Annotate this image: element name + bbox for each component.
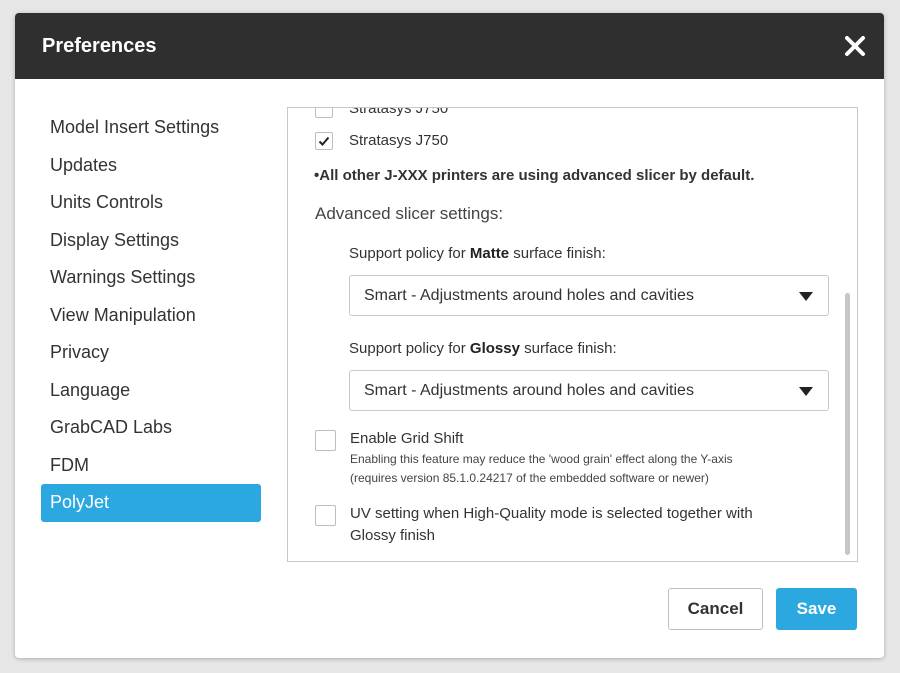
glossy-policy-select[interactable]: Smart - Adjustments around holes and cav… xyxy=(349,370,829,411)
matte-policy-label: Support policy for Matte surface finish: xyxy=(349,245,606,262)
dialog-header: Preferences xyxy=(15,13,884,79)
sidebar-item-view-manipulation[interactable]: View Manipulation xyxy=(41,297,261,335)
matte-policy-value: Smart - Adjustments around holes and cav… xyxy=(364,287,694,304)
sidebar-item-updates[interactable]: Updates xyxy=(41,147,261,185)
uv-setting-text: UV setting when High-Quality mode is sel… xyxy=(350,503,753,547)
close-button[interactable] xyxy=(842,33,868,59)
sidebar-nav: Model Insert Settings Updates Units Cont… xyxy=(41,109,261,522)
preferences-dialog: Preferences Model Insert Settings Update… xyxy=(15,13,884,658)
matte-policy-select[interactable]: Smart - Adjustments around holes and cav… xyxy=(349,275,829,316)
printer-label-j750: Stratasys J750 xyxy=(349,132,449,149)
uv-setting-checkbox[interactable] xyxy=(315,505,336,526)
sidebar-item-polyjet[interactable]: PolyJet xyxy=(41,484,261,522)
caret-down-icon xyxy=(799,292,813,301)
printer-row-clipped: Stratasys J750 xyxy=(315,107,449,118)
grid-shift-row: Enable Grid Shift Enabling this feature … xyxy=(315,428,733,488)
close-icon xyxy=(845,36,865,56)
save-button[interactable]: Save xyxy=(776,588,857,630)
slicer-default-note: •All other J-XXX printers are using adva… xyxy=(314,167,755,184)
matte-label-prefix: Support policy for xyxy=(349,245,470,262)
uv-setting-row: UV setting when High-Quality mode is sel… xyxy=(315,503,753,547)
grid-shift-text: Enable Grid Shift Enabling this feature … xyxy=(350,428,733,488)
glossy-policy-label: Support policy for Glossy surface finish… xyxy=(349,340,617,357)
printer-checkbox-j750[interactable] xyxy=(315,132,333,150)
polyjet-settings-panel[interactable]: Stratasys J750 Stratasys J750 •All other… xyxy=(287,107,858,562)
matte-label-bold: Matte xyxy=(469,245,510,262)
sidebar-item-fdm[interactable]: FDM xyxy=(41,447,261,485)
grid-shift-desc-1: Enabling this feature may reduce the 'wo… xyxy=(350,452,733,466)
grid-shift-checkbox[interactable] xyxy=(315,430,336,451)
uv-setting-label-2: Glossy finish xyxy=(350,527,436,544)
advanced-slicer-title: Advanced slicer settings: xyxy=(315,204,504,223)
caret-down-icon xyxy=(799,387,813,396)
glossy-policy-value: Smart - Adjustments around holes and cav… xyxy=(364,382,694,399)
dialog-title: Preferences xyxy=(42,35,157,57)
cancel-button[interactable]: Cancel xyxy=(668,588,763,630)
glossy-label-bold: Glossy xyxy=(469,340,520,357)
sidebar-item-privacy[interactable]: Privacy xyxy=(41,334,261,372)
sidebar-item-grabcad-labs[interactable]: GrabCAD Labs xyxy=(41,409,261,447)
grid-shift-desc-2: (requires version 85.1.0.24217 of the em… xyxy=(350,471,709,485)
sidebar-item-warnings-settings[interactable]: Warnings Settings xyxy=(41,259,261,297)
glossy-label-suffix: surface finish: xyxy=(519,340,617,357)
printer-label-clipped: Stratasys J750 xyxy=(349,107,449,117)
sidebar-item-language[interactable]: Language xyxy=(41,372,261,410)
panel-scrollbar[interactable] xyxy=(845,293,850,555)
grid-shift-label: Enable Grid Shift xyxy=(350,430,464,447)
sidebar-item-display-settings[interactable]: Display Settings xyxy=(41,222,261,260)
printer-row-j750: Stratasys J750 xyxy=(315,132,448,150)
uv-setting-label-1: UV setting when High-Quality mode is sel… xyxy=(350,505,753,522)
printer-checkbox-clipped[interactable] xyxy=(315,108,333,118)
sidebar-item-units-controls[interactable]: Units Controls xyxy=(41,184,261,222)
checkmark-icon xyxy=(318,136,330,146)
sidebar-item-model-insert-settings[interactable]: Model Insert Settings xyxy=(41,109,261,147)
matte-label-suffix: surface finish: xyxy=(509,245,606,262)
glossy-label-prefix: Support policy for xyxy=(349,340,470,357)
